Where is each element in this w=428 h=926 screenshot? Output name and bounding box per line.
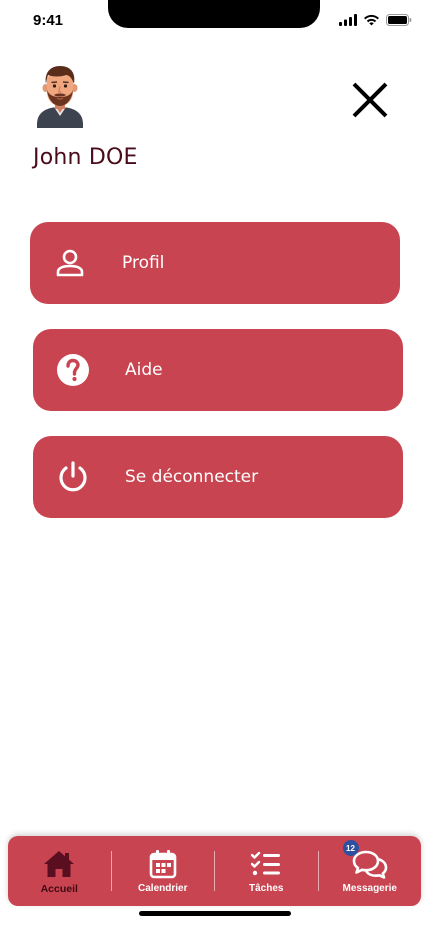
- close-button[interactable]: [348, 78, 392, 122]
- power-icon: [53, 457, 93, 497]
- status-bar: 9:41: [0, 0, 428, 44]
- tab-calendrier[interactable]: Calendrier: [112, 836, 215, 906]
- tab-label-accueil: Accueil: [40, 882, 78, 895]
- home-indicator: [139, 911, 291, 916]
- menu-item-profil[interactable]: Profil: [30, 222, 400, 304]
- avatar: [33, 64, 87, 130]
- menu-item-logout[interactable]: Se déconnecter: [33, 436, 403, 518]
- tab-label-messagerie: Messagerie: [342, 883, 397, 894]
- tab-accueil[interactable]: Accueil: [8, 836, 111, 906]
- bottom-navigation: Accueil Calendrier Tâches 12 Messagerie: [8, 836, 421, 906]
- status-icons: [339, 14, 412, 26]
- tab-label-calendrier: Calendrier: [138, 883, 188, 894]
- home-icon: [43, 848, 75, 880]
- wifi-icon: [363, 14, 380, 26]
- menu-label-aide: Aide: [125, 360, 163, 380]
- user-name: John DOE: [33, 145, 138, 170]
- tab-label-taches: Tâches: [249, 883, 284, 894]
- battery-icon: [386, 14, 412, 26]
- tab-messagerie[interactable]: 12 Messagerie: [319, 836, 422, 906]
- signal-icon: [339, 14, 357, 26]
- user-icon: [50, 243, 90, 283]
- menu-item-aide[interactable]: Aide: [33, 329, 403, 411]
- tab-taches[interactable]: Tâches: [215, 836, 318, 906]
- menu-label-profil: Profil: [122, 253, 165, 273]
- close-icon: [351, 81, 389, 119]
- device-notch: [108, 0, 320, 28]
- unread-badge: 12: [342, 840, 359, 856]
- help-icon: [53, 350, 93, 390]
- tasks-icon: [251, 848, 281, 880]
- status-time: 9:41: [33, 12, 64, 29]
- menu-label-logout: Se déconnecter: [125, 467, 259, 487]
- calendar-icon: [149, 848, 177, 880]
